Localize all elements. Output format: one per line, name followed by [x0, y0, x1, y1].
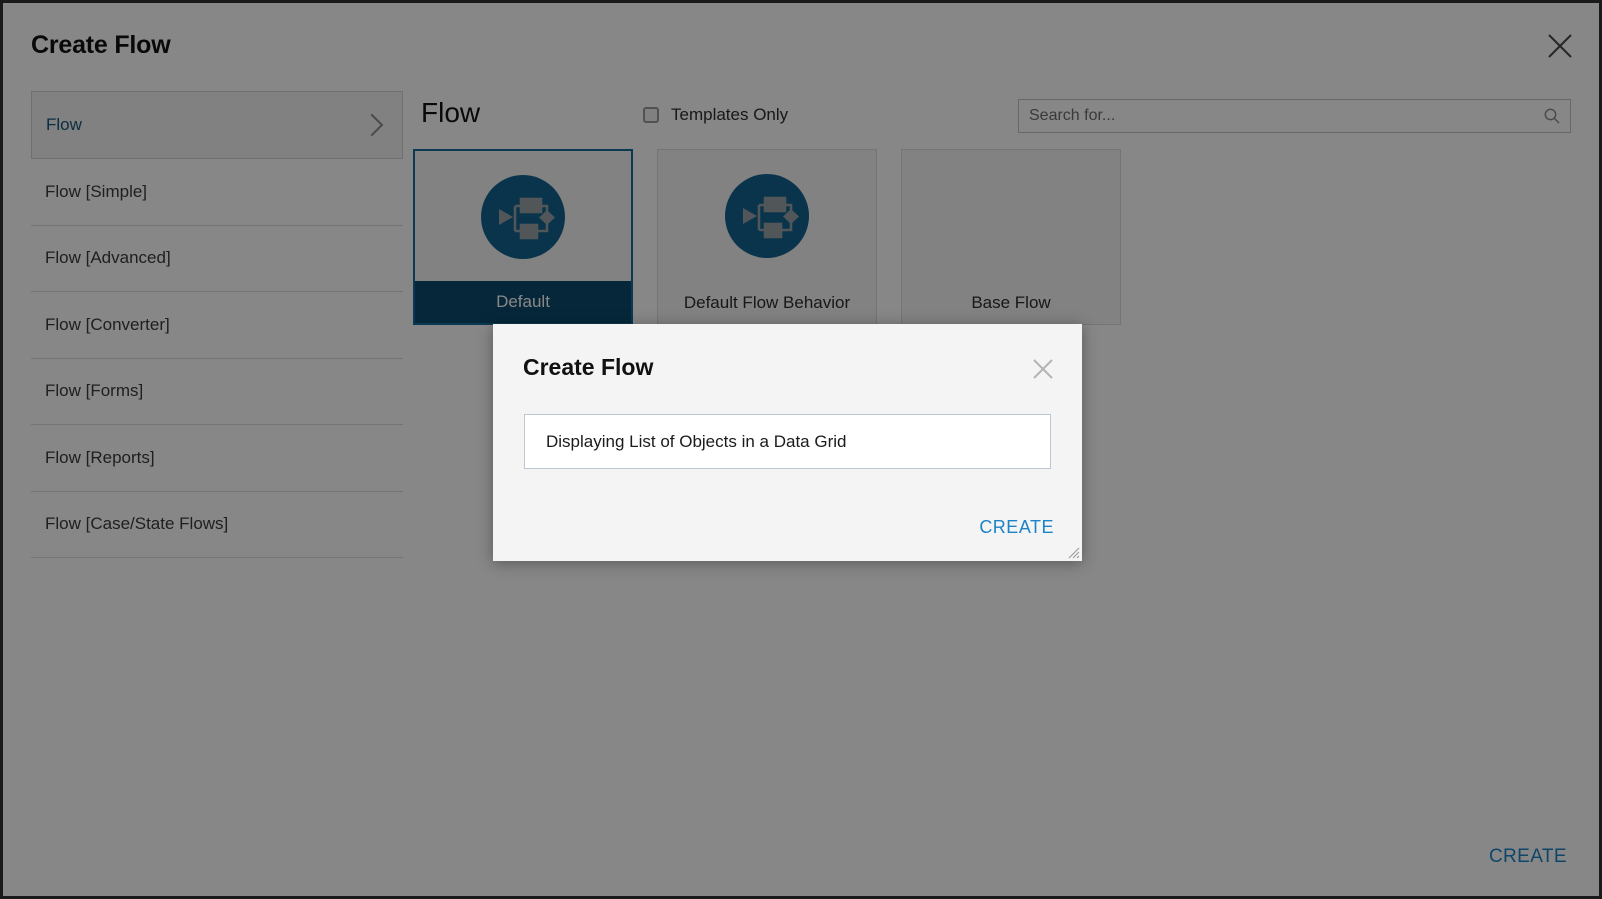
- sidebar-item-flow[interactable]: Flow: [31, 91, 403, 159]
- page-title: Create Flow: [31, 31, 171, 59]
- card-label: Base Flow: [971, 293, 1051, 312]
- template-card-grid: Default Default Flow Behavior Base Flow: [413, 149, 1571, 325]
- close-icon[interactable]: [1030, 356, 1056, 382]
- sidebar-item-label: Flow: [46, 115, 82, 134]
- checkbox-box-icon: [643, 107, 659, 123]
- close-icon[interactable]: [1543, 29, 1577, 63]
- content-header: Flow Templates Only: [413, 91, 1571, 147]
- sidebar: Flow Flow [Simple] Flow [Advanced] Flow …: [31, 91, 403, 558]
- flow-diagram-icon: [723, 172, 811, 260]
- dialog-footer: CREATE: [1485, 840, 1571, 874]
- resize-grip-icon[interactable]: [1064, 543, 1080, 559]
- sidebar-item-label: Flow [Case/State Flows]: [45, 514, 229, 534]
- template-card-base-flow[interactable]: Base Flow: [901, 149, 1121, 325]
- modal-title: Create Flow: [523, 354, 654, 380]
- create-flow-window: Create Flow Flow Flow [Simple] Flow [Adv…: [0, 0, 1602, 899]
- sidebar-item-flow-forms[interactable]: Flow [Forms]: [31, 359, 403, 425]
- search-field-wrapper: [1018, 99, 1571, 133]
- sidebar-item-label: Flow [Simple]: [45, 181, 148, 201]
- create-button[interactable]: CREATE: [1485, 840, 1571, 874]
- chevron-right-icon: [360, 113, 384, 137]
- template-card-default-flow-behavior[interactable]: Default Flow Behavior: [657, 149, 877, 325]
- card-label: Default Flow Behavior: [683, 293, 851, 312]
- sidebar-item-flow-converter[interactable]: Flow [Converter]: [31, 292, 403, 359]
- search-input[interactable]: [1018, 99, 1571, 133]
- sidebar-item-flow-simple[interactable]: Flow [Simple]: [31, 159, 403, 226]
- dialog-titlebar: Create Flow: [3, 3, 1599, 81]
- sidebar-item-label: Flow [Forms]: [45, 381, 144, 401]
- templates-only-checkbox[interactable]: Templates Only: [643, 105, 788, 125]
- template-card-default[interactable]: Default: [413, 149, 633, 325]
- flow-name-input[interactable]: [524, 414, 1051, 469]
- create-flow-name-modal: Create Flow CREATE: [493, 324, 1082, 561]
- sidebar-item-flow-reports[interactable]: Flow [Reports]: [31, 425, 403, 492]
- card-label: Default: [415, 281, 631, 323]
- content-title: Flow: [421, 97, 481, 128]
- sidebar-item-label: Flow [Reports]: [45, 447, 155, 467]
- sidebar-item-label: Flow [Converter]: [45, 314, 170, 334]
- sidebar-item-flow-advanced[interactable]: Flow [Advanced]: [31, 226, 403, 292]
- modal-create-button[interactable]: CREATE: [973, 511, 1060, 544]
- templates-only-label: Templates Only: [671, 105, 789, 124]
- flow-diagram-icon: [479, 173, 567, 261]
- sidebar-item-flow-case-state-flows[interactable]: Flow [Case/State Flows]: [31, 492, 403, 558]
- sidebar-item-label: Flow [Advanced]: [45, 248, 171, 268]
